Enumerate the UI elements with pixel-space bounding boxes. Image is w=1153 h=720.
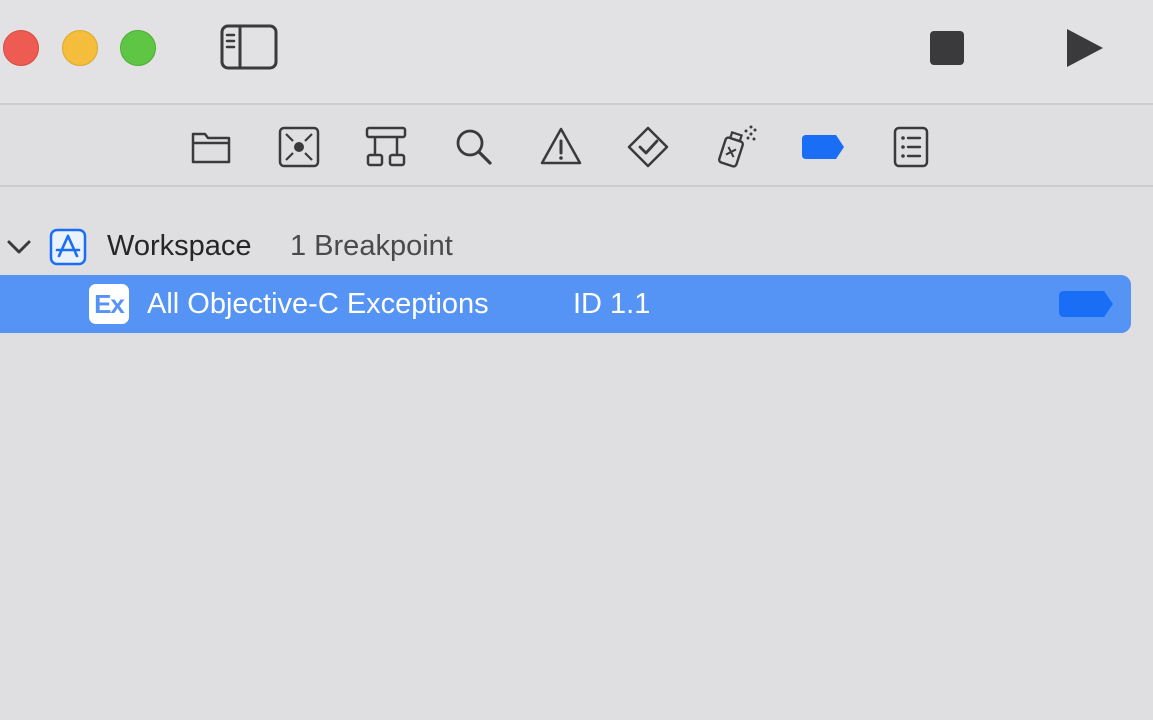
tab-report-navigator[interactable]	[889, 125, 933, 169]
breakpoint-icon	[802, 135, 844, 159]
stop-button[interactable]	[929, 30, 965, 66]
sidebar-toggle-button[interactable]	[220, 24, 278, 70]
tab-breakpoint-navigator[interactable]	[800, 125, 844, 169]
breakpoint-marker-icon	[1059, 291, 1113, 317]
stop-icon	[930, 31, 964, 65]
chevron-down-icon	[7, 240, 31, 254]
debug-spray-icon	[718, 125, 757, 168]
breakpoint-group-row[interactable]: Workspace 1 Breakpoint	[0, 220, 1153, 272]
breakpoint-row[interactable]: Ex All Objective-C Exceptions ID 1.1	[0, 275, 1131, 333]
folder-icon	[191, 132, 231, 164]
tab-source-control-navigator[interactable]	[277, 125, 321, 169]
breakpoint-count: 1 Breakpoint	[290, 230, 453, 262]
run-button[interactable]	[1063, 27, 1105, 69]
exception-badge-icon: Ex	[89, 284, 129, 324]
warning-icon	[540, 127, 582, 165]
workspace-icon	[49, 228, 87, 266]
search-icon	[456, 129, 492, 165]
app-store-icon	[49, 228, 87, 266]
tab-test-navigator[interactable]	[626, 125, 670, 169]
hierarchy-icon	[365, 126, 407, 167]
navigator-selector-bar	[0, 105, 1153, 187]
tab-find-navigator[interactable]	[451, 125, 495, 169]
breakpoint-toggle[interactable]	[1057, 290, 1115, 318]
minimize-window-button[interactable]	[62, 30, 98, 66]
window-titlebar	[0, 0, 1153, 105]
sidebar-toggle-icon	[220, 24, 278, 70]
group-title: Workspace	[107, 230, 252, 262]
tab-issue-navigator[interactable]	[539, 125, 583, 169]
report-list-icon	[893, 126, 929, 168]
tab-project-navigator[interactable]	[189, 125, 233, 169]
source-control-icon	[278, 126, 320, 168]
disclosure-triangle[interactable]	[6, 234, 32, 260]
tab-debug-navigator[interactable]	[714, 125, 758, 169]
breakpoint-outline: Workspace 1 Breakpoint Ex All Objective-…	[0, 187, 1153, 720]
breakpoint-id: ID 1.1	[573, 288, 651, 320]
tab-symbol-navigator[interactable]	[364, 125, 408, 169]
play-icon	[1067, 29, 1103, 67]
close-window-button[interactable]	[3, 30, 39, 66]
test-diamond-icon	[627, 126, 669, 168]
zoom-window-button[interactable]	[120, 30, 156, 66]
breakpoint-name: All Objective-C Exceptions	[147, 288, 489, 320]
